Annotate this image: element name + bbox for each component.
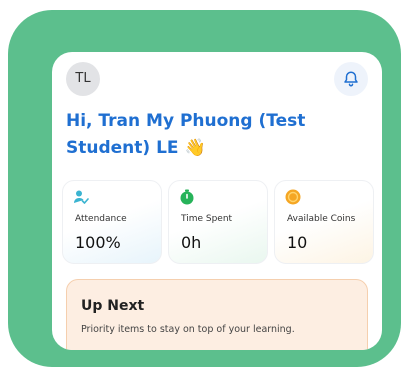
stat-card-coins[interactable]: Available Coins 10	[274, 180, 374, 264]
stat-value: 10	[287, 233, 308, 252]
up-next-card[interactable]: Up Next Priority items to stay on top of…	[66, 279, 368, 350]
stat-label: Attendance	[75, 214, 127, 224]
notifications-button[interactable]	[334, 62, 368, 96]
wave-emoji: 👋	[184, 138, 206, 158]
user-check-icon	[74, 190, 89, 204]
stat-value: 0h	[181, 233, 202, 252]
up-next-subtitle: Priority items to stay on top of your le…	[81, 324, 295, 335]
device-frame: TL Hi, Tran My Phuong (Test Student) LE …	[8, 10, 401, 367]
app-screen: TL Hi, Tran My Phuong (Test Student) LE …	[52, 52, 382, 350]
stat-label: Available Coins	[287, 214, 356, 224]
stat-value: 100%	[75, 233, 121, 252]
stat-card-attendance[interactable]: Attendance 100%	[62, 180, 162, 264]
coin-icon	[285, 189, 301, 205]
stats-row: Attendance 100% Time Spent 0h Available …	[62, 180, 374, 264]
stat-label: Time Spent	[181, 214, 233, 224]
bell-icon	[344, 71, 358, 87]
up-next-title: Up Next	[81, 298, 145, 314]
stopwatch-icon	[180, 189, 194, 205]
stat-card-time-spent[interactable]: Time Spent 0h	[168, 180, 268, 264]
greeting-heading: Hi, Tran My Phuong (Test Student) LE 👋	[66, 108, 366, 162]
avatar[interactable]: TL	[66, 62, 100, 96]
